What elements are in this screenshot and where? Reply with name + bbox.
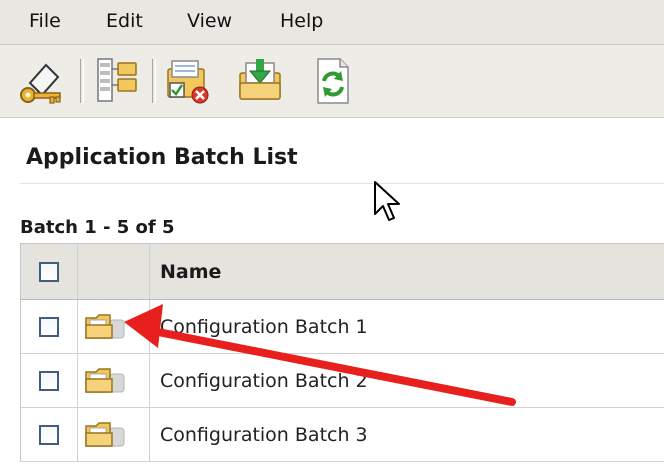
- batch-tree-icon: [97, 58, 137, 102]
- toolbar: [0, 45, 664, 118]
- key-icon: [20, 63, 61, 104]
- table-row[interactable]: Configuration Batch 2: [21, 354, 664, 408]
- row-icon-cell: [78, 300, 150, 353]
- row-icon-cell: [78, 354, 150, 407]
- clear-batch-button[interactable]: [162, 55, 214, 107]
- refresh-button[interactable]: [306, 55, 358, 107]
- title-divider: [20, 183, 664, 184]
- header-check-cell: [21, 244, 78, 299]
- column-header-name[interactable]: Name: [150, 244, 664, 299]
- grid-header: Name: [21, 244, 664, 300]
- table-row[interactable]: Configuration Batch 1: [21, 300, 664, 354]
- header-icon-cell: [78, 244, 150, 299]
- menu-help[interactable]: Help: [280, 10, 323, 32]
- batch-tree-button[interactable]: [90, 55, 142, 107]
- folder-icon: [85, 421, 125, 447]
- row-checkbox[interactable]: [39, 370, 59, 391]
- batch-name[interactable]: Configuration Batch 1: [150, 300, 664, 353]
- menu-bar: File Edit View Help: [0, 0, 664, 45]
- import-batch-icon: [239, 59, 281, 100]
- menu-view[interactable]: View: [187, 10, 232, 32]
- batch-count-label: Batch 1 - 5 of 5: [20, 217, 175, 238]
- row-icon-cell: [78, 408, 150, 461]
- batch-grid: Name Configuration Batch 1 Configuration…: [20, 243, 664, 462]
- select-all-checkbox[interactable]: [39, 261, 59, 282]
- row-check-cell: [21, 300, 78, 353]
- toolbar-separator: [152, 59, 156, 103]
- table-row[interactable]: Configuration Batch 3: [21, 408, 664, 462]
- refresh-icon: [317, 58, 349, 104]
- row-checkbox[interactable]: [39, 424, 59, 445]
- key-button[interactable]: [16, 55, 68, 107]
- mouse-cursor-icon: [374, 181, 400, 221]
- menu-file[interactable]: File: [29, 10, 61, 32]
- import-batch-button[interactable]: [234, 55, 286, 107]
- row-check-cell: [21, 408, 78, 461]
- page-title: Application Batch List: [26, 145, 298, 170]
- toolbar-separator: [80, 59, 84, 103]
- folder-icon: [85, 367, 125, 393]
- row-checkbox[interactable]: [39, 316, 59, 337]
- clear-batch-icon: [167, 60, 209, 104]
- batch-name[interactable]: Configuration Batch 2: [150, 354, 664, 407]
- row-check-cell: [21, 354, 78, 407]
- folder-icon: [85, 313, 125, 339]
- menu-edit[interactable]: Edit: [106, 10, 143, 32]
- batch-name[interactable]: Configuration Batch 3: [150, 408, 664, 461]
